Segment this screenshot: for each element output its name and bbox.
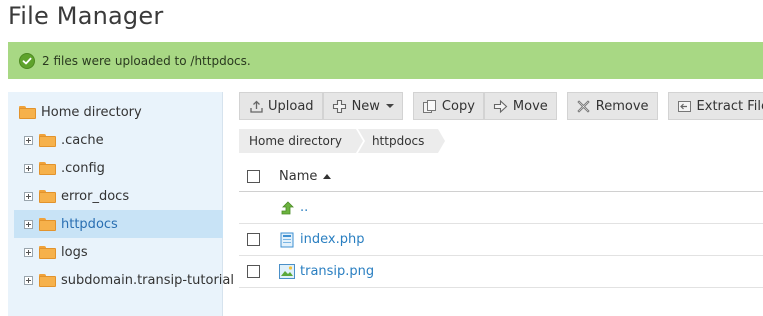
expand-icon[interactable] bbox=[24, 135, 33, 145]
tree-item-label: httpdocs bbox=[61, 216, 118, 232]
folder-icon bbox=[39, 273, 56, 287]
tree-item-label: error_docs bbox=[61, 188, 130, 204]
row-checkbox[interactable] bbox=[247, 265, 260, 278]
folder-icon bbox=[39, 189, 56, 203]
expand-icon[interactable] bbox=[24, 219, 33, 229]
move-button[interactable]: Move bbox=[483, 92, 557, 120]
expand-icon[interactable] bbox=[24, 275, 33, 285]
name-column-header[interactable]: Name bbox=[279, 168, 332, 184]
folder-icon bbox=[39, 161, 56, 175]
plus-icon bbox=[332, 98, 348, 114]
move-label: Move bbox=[512, 98, 548, 114]
copy-button[interactable]: Copy bbox=[412, 92, 484, 120]
extract-files-button[interactable]: Extract Files bbox=[667, 92, 763, 120]
tree-root-label: Home directory bbox=[41, 104, 142, 120]
tree-item-label: logs bbox=[61, 244, 88, 260]
breadcrumb-httpdocs[interactable]: httpdocs bbox=[357, 129, 446, 153]
tree-item-label: subdomain.transip-tutorial bbox=[61, 272, 234, 288]
tree-item-cache[interactable]: .cache bbox=[14, 126, 223, 154]
file-link[interactable]: index.php bbox=[300, 232, 364, 247]
notice-text: 2 files were uploaded to /httpdocs. bbox=[42, 53, 251, 68]
select-all-checkbox[interactable] bbox=[247, 169, 260, 183]
remove-button[interactable]: Remove bbox=[566, 92, 658, 120]
remove-label: Remove bbox=[595, 98, 649, 114]
sort-ascending-icon bbox=[323, 173, 332, 179]
tree-item-logs[interactable]: logs bbox=[14, 238, 223, 266]
remove-x-icon bbox=[576, 98, 592, 114]
tree-item-label: .cache bbox=[61, 132, 104, 148]
new-label: New bbox=[351, 98, 380, 114]
upload-icon bbox=[248, 98, 264, 114]
copy-icon bbox=[422, 98, 438, 114]
chevron-down-icon bbox=[385, 104, 394, 108]
directory-tree: Home directory .cache .config error_docs… bbox=[8, 92, 234, 316]
file-row[interactable]: transip.png bbox=[239, 256, 763, 288]
file-list: Name .. index.php transip.png bbox=[239, 161, 763, 288]
image-file-icon bbox=[279, 264, 295, 280]
php-file-icon bbox=[279, 232, 295, 248]
copy-label: Copy bbox=[441, 98, 475, 114]
expand-icon[interactable] bbox=[24, 191, 33, 201]
tree-root-home[interactable]: Home directory bbox=[19, 103, 142, 121]
tree-item-label: .config bbox=[61, 160, 105, 176]
file-row[interactable]: index.php bbox=[239, 224, 763, 256]
parent-directory-link[interactable]: .. bbox=[300, 200, 308, 215]
check-circle-icon bbox=[19, 52, 35, 69]
file-toolbar: Upload New Copy Move Remove Extract File… bbox=[239, 92, 763, 120]
expand-icon[interactable] bbox=[24, 163, 33, 173]
upload-label: Upload bbox=[268, 98, 314, 114]
row-checkbox[interactable] bbox=[247, 233, 260, 246]
file-link[interactable]: transip.png bbox=[300, 264, 374, 279]
file-list-header: Name bbox=[239, 161, 763, 192]
tree-item-subdomain[interactable]: subdomain.transip-tutorial bbox=[14, 266, 234, 294]
move-arrow-icon bbox=[493, 98, 509, 114]
breadcrumb: Home directory httpdocs bbox=[239, 129, 446, 153]
file-row-parent[interactable]: .. bbox=[239, 192, 763, 224]
folder-icon bbox=[19, 105, 36, 119]
folder-icon bbox=[39, 217, 56, 231]
tree-item-httpdocs[interactable]: httpdocs bbox=[14, 210, 223, 238]
folder-icon bbox=[39, 133, 56, 147]
extract-icon bbox=[677, 98, 693, 114]
up-arrow-icon bbox=[279, 200, 295, 216]
upload-button[interactable]: Upload bbox=[239, 92, 323, 120]
tree-item-config[interactable]: .config bbox=[14, 154, 223, 182]
folder-icon bbox=[39, 245, 56, 259]
tree-item-error-docs[interactable]: error_docs bbox=[14, 182, 223, 210]
name-header-label: Name bbox=[279, 168, 318, 184]
upload-success-notice: 2 files were uploaded to /httpdocs. bbox=[8, 42, 763, 79]
new-dropdown-button[interactable]: New bbox=[322, 92, 403, 120]
extract-label: Extract Files bbox=[696, 98, 763, 114]
expand-icon[interactable] bbox=[24, 247, 33, 257]
breadcrumb-home[interactable]: Home directory bbox=[239, 129, 365, 153]
page-title: File Manager bbox=[8, 2, 164, 30]
